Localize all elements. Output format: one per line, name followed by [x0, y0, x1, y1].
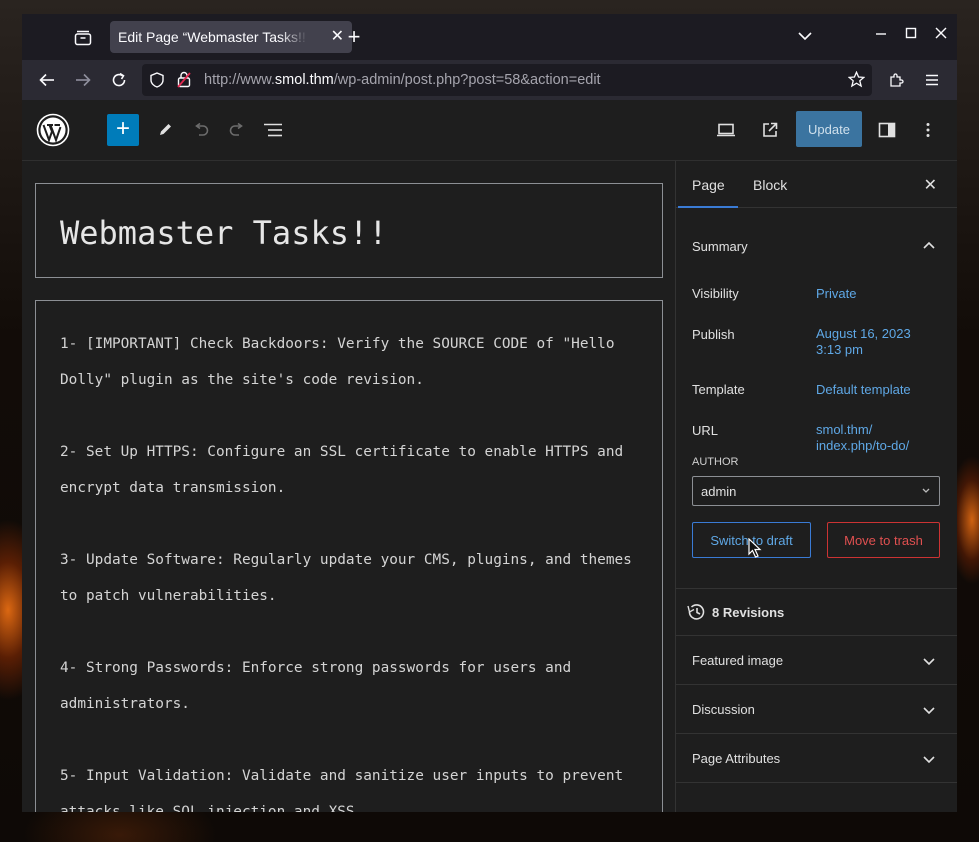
content-paragraph-1[interactable]: 1- [IMPORTANT] Check Backdoors: Verify t… [60, 326, 650, 398]
chevron-down-icon[interactable] [923, 752, 935, 764]
featured-image-panel-title[interactable]: Featured image [692, 653, 783, 668]
tab-page[interactable]: Page [692, 177, 725, 193]
divider [676, 782, 957, 783]
page-attributes-panel-title[interactable]: Page Attributes [692, 751, 780, 766]
reload-icon[interactable] [108, 69, 130, 91]
visibility-value[interactable]: Private [816, 286, 856, 302]
divider [676, 588, 957, 589]
shield-icon[interactable] [150, 72, 164, 93]
pencil-tools-icon[interactable] [153, 118, 177, 142]
author-select[interactable]: admin [692, 476, 940, 506]
options-kebab-icon[interactable] [916, 118, 940, 142]
sidebar-tabs: Page Block ✕ [676, 161, 957, 208]
visibility-label: Visibility [692, 286, 739, 301]
editor-header: + Update [22, 100, 957, 161]
content-paragraph-3[interactable]: 3- Update Software: Regularly update you… [60, 542, 650, 614]
minimize-icon[interactable] [875, 26, 887, 45]
bookmark-star-icon[interactable] [847, 70, 866, 93]
update-button[interactable]: Update [796, 111, 862, 147]
new-tab-icon[interactable]: + [342, 26, 366, 48]
undo-icon[interactable] [189, 118, 213, 142]
extensions-icon[interactable] [885, 69, 907, 91]
browser-window: Edit Page “Webmaster Tasks!! ‹ Smol — Wo… [22, 14, 957, 812]
maximize-icon[interactable] [905, 26, 917, 45]
publish-label: Publish [692, 327, 735, 342]
discussion-panel-title[interactable]: Discussion [692, 702, 755, 717]
url-line-1: smol.thm/ [816, 422, 873, 437]
back-arrow-icon[interactable] [36, 69, 58, 91]
chevron-down-icon[interactable] [798, 28, 812, 46]
tab-bar: Edit Page “Webmaster Tasks!! ‹ Smol — Wo… [22, 14, 957, 60]
move-to-trash-button[interactable]: Move to trash [827, 522, 940, 558]
post-title[interactable]: Webmaster Tasks!! [60, 214, 388, 252]
url-value[interactable]: smol.thm/ index.php/to-do/ [816, 422, 909, 454]
close-sidebar-icon[interactable]: ✕ [924, 175, 937, 195]
insecure-lock-icon[interactable] [177, 71, 191, 93]
author-label: AUTHOR [692, 456, 739, 468]
template-value[interactable]: Default template [816, 382, 911, 398]
content-block[interactable]: 1- [IMPORTANT] Check Backdoors: Verify t… [35, 300, 663, 812]
post-title-block[interactable]: Webmaster Tasks!! [35, 183, 663, 278]
content-paragraph-4[interactable]: 4- Strong Passwords: Enforce strong pass… [60, 650, 650, 722]
tab-active[interactable]: Edit Page “Webmaster Tasks!! ‹ Smol — Wo… [110, 21, 352, 53]
publish-time: 3:13 pm [816, 342, 863, 357]
revisions-history-icon [686, 603, 706, 626]
content-paragraph-2[interactable]: 2- Set Up HTTPS: Configure an SSL certif… [60, 434, 650, 506]
template-label: Template [692, 382, 745, 397]
view-page-external-icon[interactable] [758, 118, 782, 142]
divider [676, 733, 957, 734]
revisions-label: 8 Revisions [712, 605, 785, 620]
select-caret-icon [921, 483, 931, 500]
url-bar[interactable]: http://www.smol.thm/wp-admin/post.php?po… [142, 64, 872, 96]
document-overview-icon[interactable] [261, 118, 285, 142]
chevron-down-icon[interactable] [923, 703, 935, 715]
divider [676, 635, 957, 636]
url-line-2: index.php/to-do/ [816, 438, 910, 453]
settings-sidebar-toggle-icon[interactable] [875, 118, 899, 142]
hamburger-menu-icon[interactable] [921, 69, 943, 91]
author-value: admin [701, 483, 737, 499]
active-tab-indicator [678, 206, 738, 208]
url-label: URL [692, 423, 719, 438]
settings-sidebar: Page Block ✕ Summary Visibility Private … [675, 161, 957, 812]
divider [676, 684, 957, 685]
forward-arrow-icon[interactable] [72, 69, 94, 91]
add-block-button[interactable]: + [107, 114, 139, 146]
tab-list-icon[interactable] [72, 27, 94, 49]
tab-title: Edit Page “Webmaster Tasks!! ‹ Smol — Wo… [118, 29, 308, 45]
publish-value[interactable]: August 16, 2023 3:13 pm [816, 326, 911, 358]
content-paragraph-5[interactable]: 5- Input Validation: Validate and saniti… [60, 758, 650, 812]
summary-title[interactable]: Summary [692, 239, 748, 254]
editor-canvas: Webmaster Tasks!! 1- [IMPORTANT] Check B… [22, 161, 675, 812]
device-preview-icon[interactable] [714, 118, 738, 142]
chevron-down-icon[interactable] [923, 654, 935, 666]
redo-icon[interactable] [225, 118, 249, 142]
publish-date: August 16, 2023 [816, 326, 911, 341]
tab-block[interactable]: Block [753, 177, 787, 193]
close-window-icon[interactable] [935, 26, 947, 45]
mouse-cursor-icon [748, 537, 762, 563]
url-text[interactable]: http://www.smol.thm/wp-admin/post.php?po… [204, 72, 601, 88]
wordpress-logo-icon[interactable] [32, 109, 74, 151]
navigation-bar: http://www.smol.thm/wp-admin/post.php?po… [22, 60, 957, 100]
chevron-up-icon[interactable] [923, 239, 935, 251]
